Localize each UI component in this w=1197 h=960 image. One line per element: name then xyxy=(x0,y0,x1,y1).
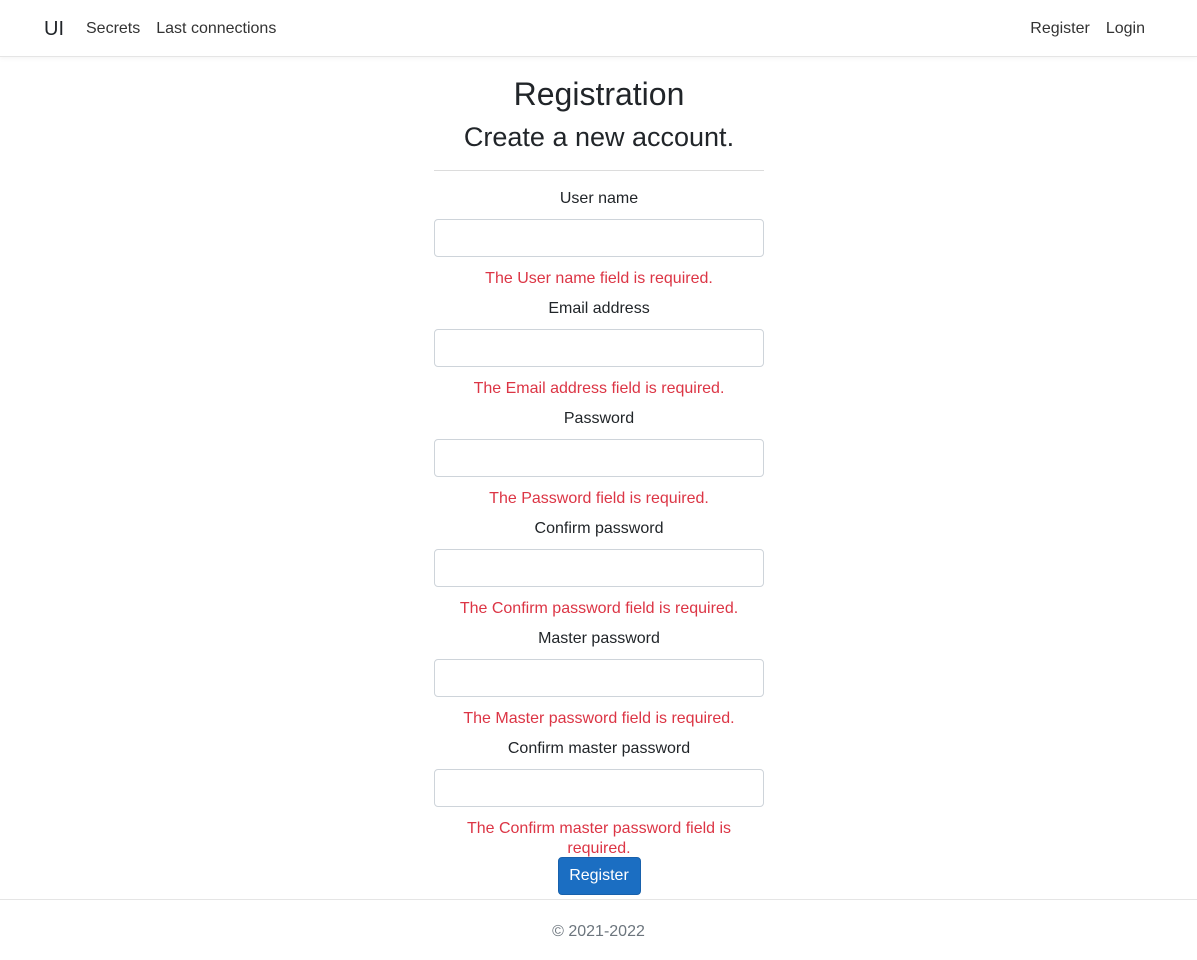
confirm-password-label: Confirm password xyxy=(534,520,664,537)
field-group-username: User name The User name field is require… xyxy=(434,189,764,299)
registration-main: Registration Create a new account. User … xyxy=(434,72,764,895)
nav-link-login[interactable]: Login xyxy=(1106,19,1145,39)
nav-link-register[interactable]: Register xyxy=(1030,19,1090,39)
copyright-text: © 2021-2022 xyxy=(552,923,645,940)
field-group-confirm-master-password: Confirm master password The Confirm mast… xyxy=(434,739,764,857)
confirm-master-password-error: The Confirm master password field is req… xyxy=(466,820,732,857)
page-title: Registration xyxy=(513,76,685,112)
master-password-label: Master password xyxy=(538,630,660,647)
confirm-password-error: The Confirm password field is required. xyxy=(459,600,739,617)
email-input[interactable] xyxy=(434,329,764,367)
divider xyxy=(434,170,764,171)
field-group-master-password: Master password The Master password fiel… xyxy=(434,629,764,739)
nav-left: Secrets Last connections xyxy=(86,19,276,39)
field-group-confirm-password: Confirm password The Confirm password fi… xyxy=(434,519,764,629)
username-error: The User name field is required. xyxy=(485,270,713,287)
password-error: The Password field is required. xyxy=(489,490,709,507)
master-password-input[interactable] xyxy=(434,659,764,697)
password-label: Password xyxy=(563,410,635,427)
master-password-error: The Master password field is required. xyxy=(463,710,735,727)
nav-link-secrets[interactable]: Secrets xyxy=(86,19,140,39)
confirm-password-input[interactable] xyxy=(434,549,764,587)
field-group-password: Password The Password field is required. xyxy=(434,409,764,519)
brand-link[interactable]: UI xyxy=(44,17,64,41)
email-label: Email address xyxy=(548,300,650,317)
registration-form: User name The User name field is require… xyxy=(434,189,764,895)
nav-right: Register Login xyxy=(1030,19,1145,39)
confirm-master-password-label: Confirm master password xyxy=(507,740,691,757)
nav-link-last-connections[interactable]: Last connections xyxy=(156,19,276,39)
email-error: The Email address field is required. xyxy=(473,380,725,397)
password-input[interactable] xyxy=(434,439,764,477)
footer: © 2021-2022 xyxy=(0,899,1197,960)
confirm-master-password-input[interactable] xyxy=(434,769,764,807)
page-subtitle: Create a new account. xyxy=(463,122,735,152)
username-input[interactable] xyxy=(434,219,764,257)
navbar: UI Secrets Last connections Register Log… xyxy=(0,0,1197,57)
field-group-email: Email address The Email address field is… xyxy=(434,299,764,409)
username-label: User name xyxy=(559,190,639,207)
register-button[interactable]: Register xyxy=(557,857,641,895)
